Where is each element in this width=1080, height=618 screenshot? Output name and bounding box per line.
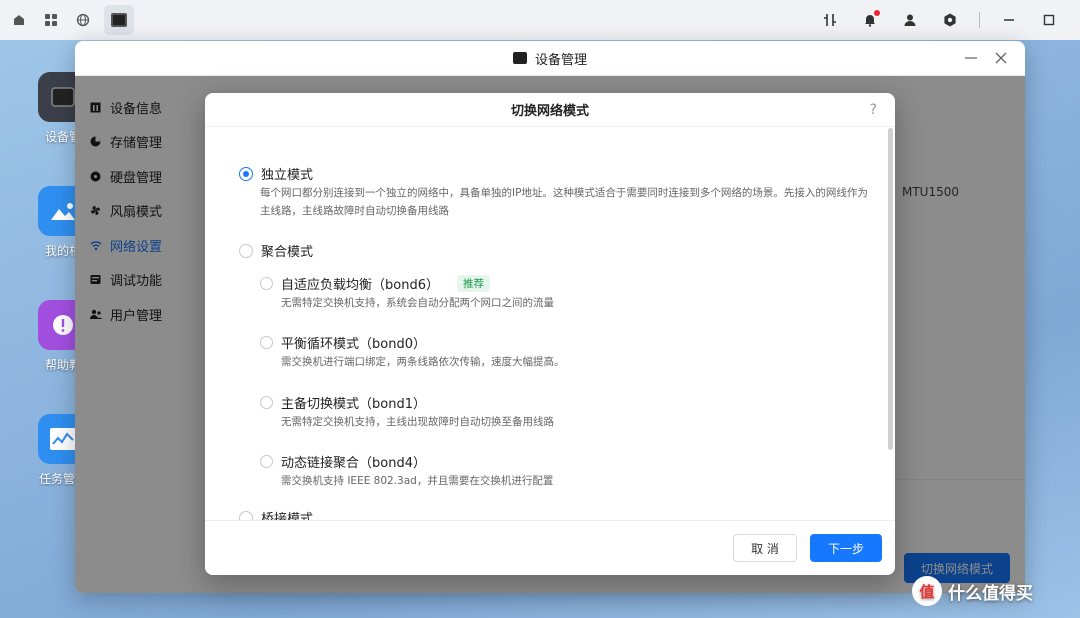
apps-grid-icon[interactable] [40,9,62,31]
settings-icon[interactable] [939,9,961,31]
help-icon[interactable]: ? [870,93,877,127]
radio-bond0[interactable] [260,336,273,349]
description-line: 每个网口都分别连接到一个独立的网络中，具备单独的IP地址。这种模式适合于需要同时… [260,187,868,199]
bell-icon[interactable] [859,9,881,31]
watermark-logo: 值 [912,576,942,606]
dialog-footer: 取 消 下一步 [205,520,895,575]
device-manager-app-icon[interactable] [104,5,134,35]
option-bond1[interactable]: 主备切换模式（bond1） [260,393,426,412]
option-standalone[interactable]: 独立模式 [239,164,313,183]
option-label: 自适应负载均衡（bond6） [281,278,439,293]
window-minimize-icon[interactable] [965,49,977,68]
radio-bridge[interactable] [239,510,253,520]
minimize-icon[interactable] [998,9,1020,31]
option-label: 平衡循环模式（bond0） [281,337,426,352]
taskbar-divider [979,12,980,28]
home-icon[interactable] [8,9,30,31]
device-manager-title-icon [512,52,527,64]
option-label: 主备切换模式（bond1） [281,397,426,412]
window-titlebar[interactable]: 设备管理 [75,41,1025,76]
window-title-text: 设备管理 [534,52,587,68]
taskbar [0,0,1080,40]
radio-bond6[interactable] [260,277,273,290]
globe-icon[interactable] [72,9,94,31]
maximize-icon[interactable] [1038,9,1060,31]
notification-badge [874,10,880,16]
option-description: 需交换机进行端口绑定，两条线路依次传输，速度大幅提高。 [281,356,565,368]
next-button[interactable]: 下一步 [810,534,882,562]
window-close-icon[interactable] [995,49,1007,68]
network-switch-icon[interactable] [819,9,841,31]
option-label: 桥接模式 [261,512,314,520]
option-bond4[interactable]: 动态链接聚合（bond4） [260,452,426,471]
option-label: 聚合模式 [261,245,314,260]
dialog-header: 切换网络模式 ? [205,93,895,127]
option-description: 无需特定交换机支持，系统会自动分配两个网口之间的流量 [281,297,554,309]
dialog-title: 切换网络模式 [510,104,589,119]
recommended-badge: 推荐 [456,275,490,292]
dialog-body: 独立模式 每个网口都分别连接到一个独立的网络中，具备单独的IP地址。这种模式适合… [205,128,895,520]
user-icon[interactable] [899,9,921,31]
watermark-text: 什么值得买 [948,583,1033,604]
option-description: 每个网口都分别连接到一个独立的网络中，具备单独的IP地址。这种模式适合于需要同时… [260,184,868,220]
radio-bond1[interactable] [260,396,273,409]
watermark: 值 什么值得买 [912,576,1033,606]
radio-standalone[interactable] [239,166,253,181]
radio-aggregate[interactable] [239,243,253,258]
description-line: 主线路，主线路故障时自动切换备用线路 [260,205,449,217]
window-controls [965,41,1007,76]
window-title: 设备管理 [512,49,587,68]
taskbar-right [819,0,1060,40]
option-description: 需交换机支持 IEEE 802.3ad，并且需要在交换机进行配置 [281,475,554,487]
option-label: 动态链接聚合（bond4） [281,456,426,471]
dialog-scrollbar[interactable] [888,128,893,450]
radio-bond4[interactable] [260,455,273,468]
option-label: 独立模式 [261,168,314,183]
option-bridge[interactable]: 桥接模式 [239,508,313,520]
option-bond6[interactable]: 自适应负载均衡（bond6） 推荐 [260,274,490,293]
taskbar-left [0,5,134,35]
option-aggregate[interactable]: 聚合模式 [239,241,313,260]
option-bond0[interactable]: 平衡循环模式（bond0） [260,333,426,352]
switch-network-mode-dialog: 切换网络模式 ? 独立模式 每个网口都分别连接到一个独立的网络中，具备单独的IP… [205,93,895,575]
option-description: 无需特定交换机支持，主线出现故障时自动切换至备用线路 [281,416,554,428]
cancel-button[interactable]: 取 消 [733,534,797,562]
